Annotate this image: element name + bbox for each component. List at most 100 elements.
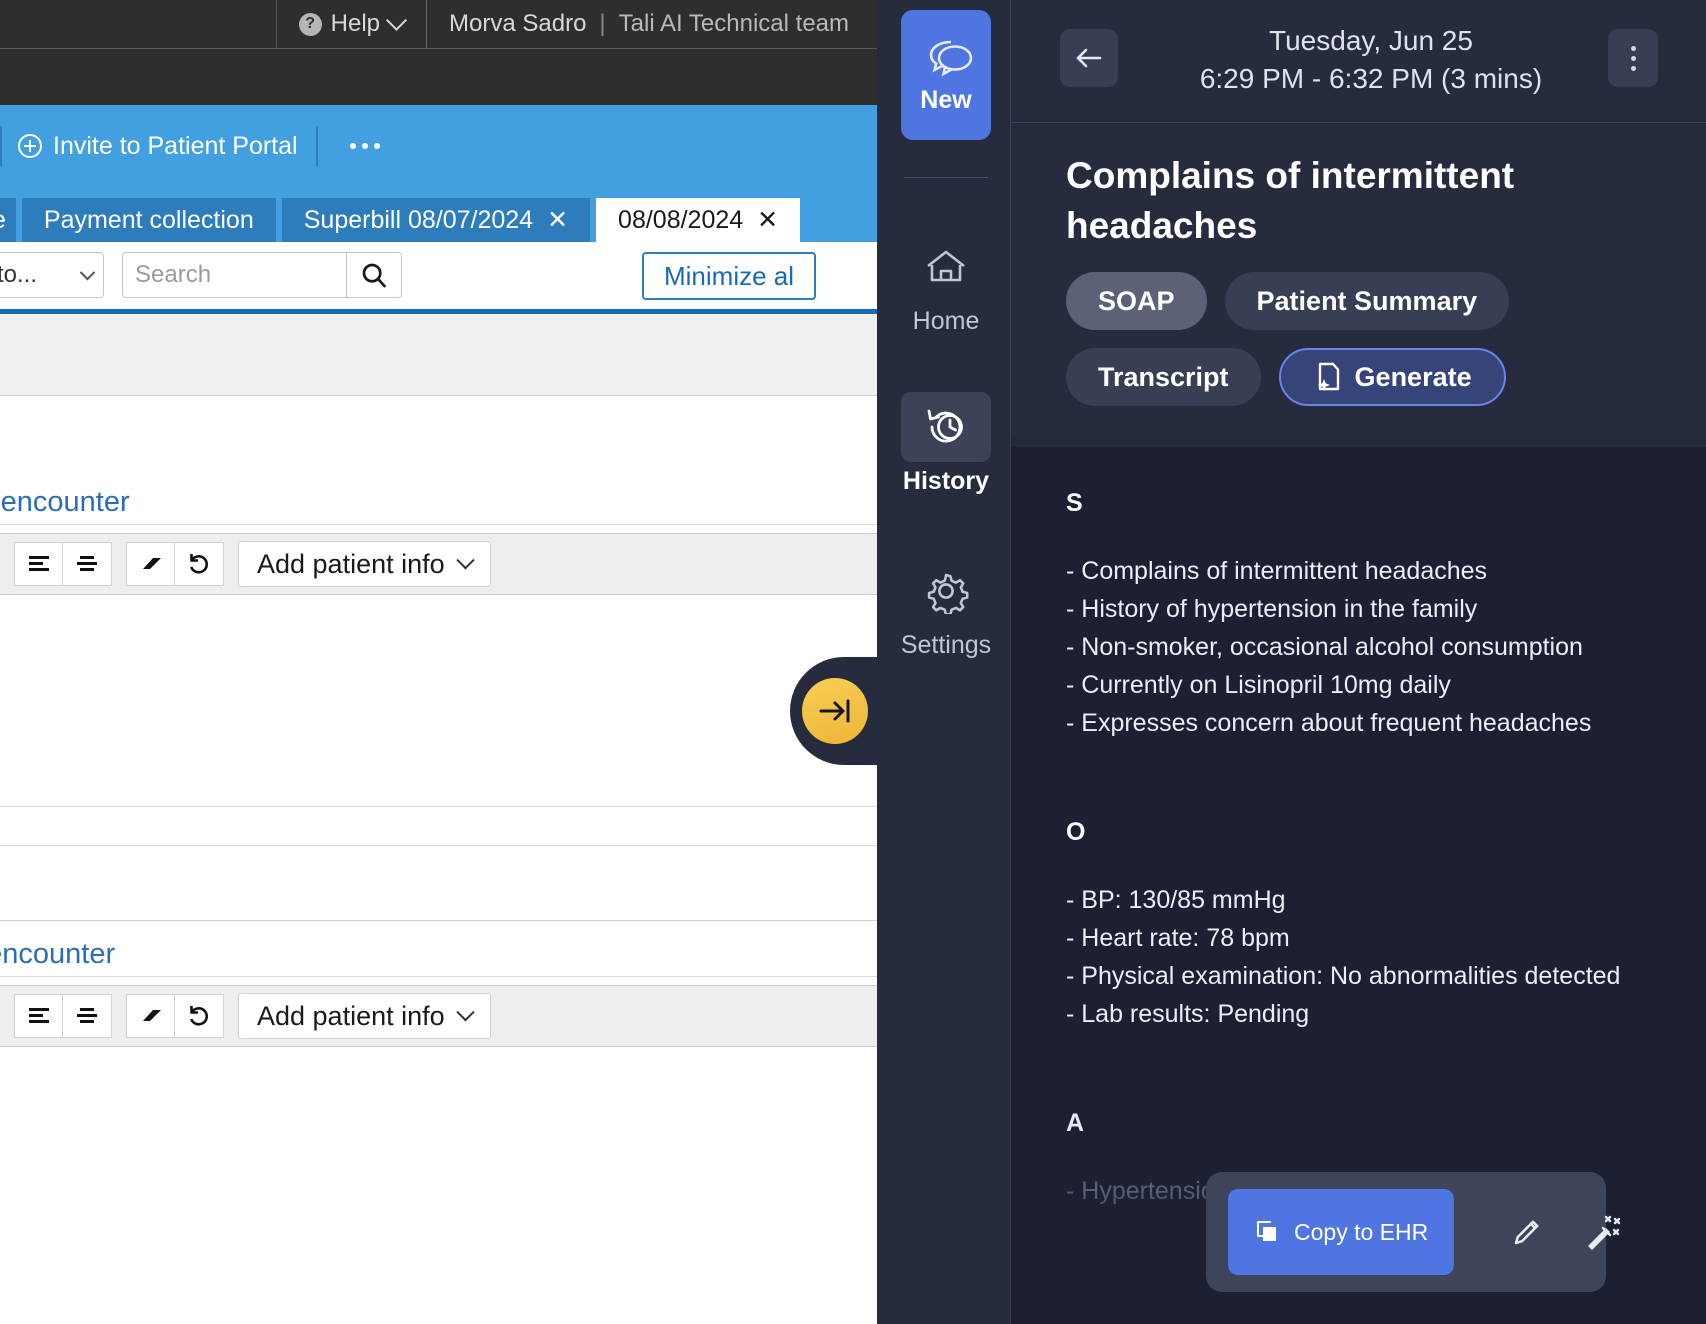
chat-bubbles-icon [918, 36, 974, 80]
chevron-down-icon [456, 551, 474, 569]
align-button-group [14, 542, 112, 586]
close-icon[interactable]: ✕ [757, 208, 778, 233]
tab-payment-collection[interactable]: Payment collection [22, 198, 276, 242]
team-name: Tali AI Technical team [619, 10, 849, 38]
search-group [122, 252, 402, 298]
encounter-time-range: 6:29 PM - 6:32 PM (3 mins) [1146, 60, 1596, 98]
sidebar-item-history[interactable]: History [901, 392, 991, 496]
screen-root: ? Help Morva Sadro | Tali AI Technical t… [0, 0, 1706, 1324]
eraser-button[interactable] [126, 542, 175, 586]
align-button-group [14, 994, 112, 1038]
edit-button-group [126, 542, 224, 586]
align-left-icon [25, 552, 53, 576]
add-patient-info-label: Add patient info [257, 1001, 445, 1032]
sidebar-divider [904, 177, 988, 178]
expand-panel-handle[interactable] [790, 657, 900, 765]
align-center-button[interactable] [63, 994, 112, 1038]
soap-line: - Lab results: Pending [1066, 995, 1651, 1033]
search-input[interactable] [122, 252, 346, 298]
tab-soap[interactable]: SOAP [1066, 272, 1207, 330]
tab-encounter-active[interactable]: 08/08/2024 ✕ [596, 198, 800, 242]
tali-ai-panel: New Home [877, 0, 1706, 1324]
chevron-down-icon [386, 9, 407, 30]
undo-button[interactable] [175, 994, 224, 1038]
add-patient-info-button-1[interactable]: Add patient info [238, 541, 491, 587]
divider [0, 126, 2, 166]
history-icon-container [901, 392, 991, 462]
tab-label: e [0, 206, 6, 235]
align-left-button[interactable] [14, 994, 63, 1038]
divider [0, 976, 877, 977]
minimize-all-button[interactable]: Minimize al [642, 252, 816, 300]
tab-patient-summary[interactable]: Patient Summary [1225, 272, 1510, 330]
sidebar-item-settings[interactable]: Settings [901, 556, 991, 660]
copy-to-ehr-label: Copy to EHR [1294, 1219, 1428, 1246]
align-center-icon [73, 552, 101, 576]
help-icon: ? [299, 13, 322, 36]
soap-line: - Complains of intermittent headaches [1066, 552, 1651, 590]
ehr-secondary-bar [0, 48, 877, 105]
align-left-icon [25, 1004, 53, 1028]
copy-to-ehr-button[interactable]: Copy to EHR [1228, 1189, 1454, 1275]
sidebar-item-new-label: New [920, 86, 971, 115]
scope-select-value: to... [0, 261, 37, 289]
encounter-title-2: t encounter [0, 938, 115, 971]
eraser-icon [137, 552, 165, 576]
tab-transcript[interactable]: Transcript [1066, 348, 1261, 406]
divider [0, 920, 877, 921]
settings-icon-container [901, 556, 991, 626]
tab-label: Superbill 08/07/2024 [304, 206, 533, 235]
scope-select[interactable]: to... [0, 252, 104, 298]
close-icon[interactable]: ✕ [547, 208, 568, 233]
tab-superbill[interactable]: Superbill 08/07/2024 ✕ [282, 198, 590, 242]
edit-note-button[interactable] [1510, 1189, 1544, 1275]
note-action-bar: Copy to EHR [1206, 1172, 1606, 1292]
sidebar-item-new[interactable]: New [901, 10, 991, 140]
arrow-to-right-icon [816, 696, 854, 726]
align-center-button[interactable] [63, 542, 112, 586]
eraser-icon [137, 1004, 165, 1028]
expand-panel-button[interactable] [802, 678, 868, 744]
chevron-down-icon [80, 264, 96, 280]
align-center-icon [73, 1004, 101, 1028]
more-vertical-icon[interactable] [1608, 29, 1658, 87]
help-label: Help [331, 10, 380, 38]
soap-section-key: A [1066, 1109, 1651, 1138]
tab-label: Payment collection [44, 206, 254, 235]
sidebar-item-home-label: Home [913, 307, 980, 336]
align-left-button[interactable] [14, 542, 63, 586]
soap-section-key: S [1066, 489, 1651, 518]
add-patient-info-button-2[interactable]: Add patient info [238, 993, 491, 1039]
page-title: Complains of intermittent headaches [1066, 151, 1651, 250]
magic-wand-icon [1584, 1213, 1622, 1251]
magic-rewrite-button[interactable] [1584, 1189, 1622, 1275]
invite-to-patient-portal-button[interactable]: Invite to Patient Portal [18, 132, 298, 161]
soap-note-body[interactable]: S - Complains of intermittent headaches … [1011, 447, 1706, 1324]
note-meta: Complains of intermittent headaches SOAP… [1011, 122, 1706, 436]
eraser-button[interactable] [126, 994, 175, 1038]
chevron-down-icon [456, 1003, 474, 1021]
soap-line: - Heart rate: 78 bpm [1066, 919, 1651, 957]
home-icon [921, 245, 971, 289]
generate-label: Generate [1355, 362, 1472, 393]
content-header-strip [0, 314, 877, 396]
back-button[interactable] [1060, 29, 1118, 87]
sidebar-item-home[interactable]: Home [901, 232, 991, 336]
pencil-icon [1510, 1215, 1544, 1249]
tab-soap-label: SOAP [1098, 286, 1175, 317]
generate-button[interactable]: Generate [1279, 348, 1506, 406]
ellipsis-icon[interactable] [340, 143, 390, 149]
identity-separator: | [595, 10, 609, 38]
tab-partial[interactable]: e [0, 198, 16, 242]
undo-button[interactable] [175, 542, 224, 586]
soap-section-o: O - BP: 130/85 mmHg - Heart rate: 78 bpm… [1066, 818, 1651, 1033]
home-icon-container [901, 232, 991, 302]
history-clock-icon [921, 405, 971, 449]
ehr-top-bar: ? Help Morva Sadro | Tali AI Technical t… [0, 0, 877, 48]
divider [0, 524, 877, 525]
help-menu[interactable]: ? Help [276, 0, 426, 48]
search-button[interactable] [346, 252, 402, 298]
user-identity[interactable]: Morva Sadro | Tali AI Technical team [426, 0, 877, 48]
invite-label: Invite to Patient Portal [53, 132, 298, 161]
encounter-toolbar-1: Add patient info [0, 533, 877, 595]
